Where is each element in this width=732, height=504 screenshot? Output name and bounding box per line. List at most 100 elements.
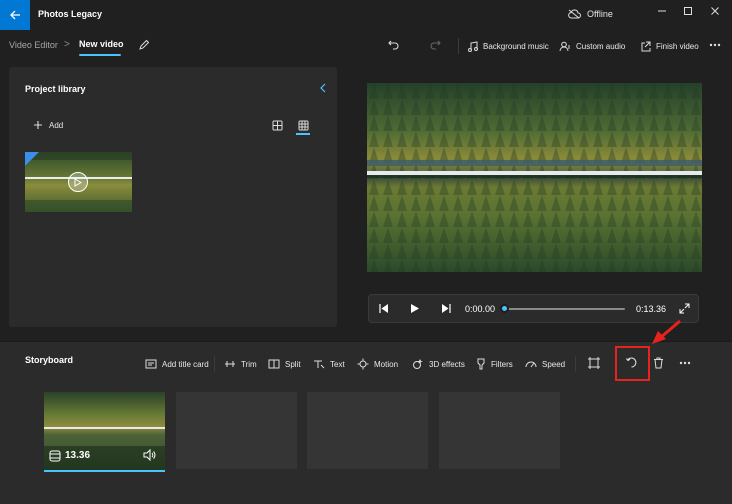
- selected-corner-marker: [25, 152, 39, 166]
- trim-label: Trim: [241, 359, 257, 369]
- split-button[interactable]: Split: [268, 357, 301, 371]
- custom-audio-icon: [559, 41, 570, 51]
- motion-label: Motion: [374, 359, 399, 369]
- back-button[interactable]: [0, 0, 30, 30]
- trim-icon: [225, 361, 235, 367]
- redo-button[interactable]: [429, 38, 442, 51]
- finish-video-label: Finish video: [656, 41, 699, 51]
- music-icon: [468, 40, 478, 52]
- volume-icon[interactable]: [143, 449, 156, 461]
- storyboard-divider: [575, 356, 576, 372]
- empty-clip-slot[interactable]: [307, 392, 428, 469]
- title-bar: [0, 0, 732, 30]
- seek-thumb[interactable]: [500, 304, 509, 313]
- add-label: Add: [49, 120, 64, 130]
- 3d-effects-button[interactable]: 3D effects: [412, 357, 465, 371]
- close-button[interactable]: [698, 0, 732, 22]
- speed-label: Speed: [542, 359, 566, 369]
- forest-preview-image: [367, 83, 702, 272]
- current-time: 0:00.00: [465, 304, 496, 314]
- play-icon: [74, 177, 82, 187]
- close-icon: [711, 7, 719, 15]
- custom-audio-label: Custom audio: [576, 41, 626, 51]
- play-icon: [411, 304, 419, 313]
- skip-forward-icon: [442, 304, 451, 313]
- title-card-icon: [145, 359, 157, 369]
- fullscreen-button[interactable]: [679, 303, 690, 314]
- empty-clip-slot[interactable]: [176, 392, 297, 469]
- trim-button[interactable]: Trim: [224, 357, 257, 371]
- grid-view-icon: [298, 120, 309, 131]
- 3d-effects-icon: [413, 359, 423, 369]
- text-label: Text: [330, 359, 345, 369]
- more-icon: [709, 43, 721, 47]
- fullscreen-icon: [679, 303, 690, 314]
- motion-icon: [357, 358, 369, 370]
- clip-duration-icon: [49, 450, 61, 462]
- motion-button[interactable]: Motion: [357, 357, 398, 371]
- rename-button[interactable]: [138, 39, 150, 51]
- filters-button[interactable]: Filters: [476, 357, 513, 371]
- add-title-card-button[interactable]: Add title card: [145, 357, 209, 371]
- video-preview[interactable]: [367, 83, 702, 272]
- 3d-effects-label: 3D effects: [429, 359, 465, 369]
- delete-icon: [654, 357, 663, 369]
- more-options-button[interactable]: [709, 43, 721, 47]
- active-tab-indicator: [79, 54, 121, 56]
- clip-duration: 13.36: [65, 450, 91, 461]
- filters-label: Filters: [491, 359, 513, 369]
- undo-button[interactable]: [387, 38, 400, 51]
- breadcrumb-separator: >: [64, 39, 70, 50]
- skip-back-icon: [379, 304, 388, 313]
- seek-bar[interactable]: [504, 308, 625, 310]
- filters-icon: [477, 358, 485, 370]
- resize-icon: [588, 357, 600, 369]
- play-button[interactable]: [410, 303, 420, 314]
- finish-video-button[interactable]: Finish video: [640, 38, 699, 54]
- split-label: Split: [285, 359, 301, 369]
- callout-arrow: [648, 318, 684, 346]
- background-music-label: Background music: [483, 41, 549, 51]
- plus-icon: [34, 121, 42, 129]
- custom-audio-button[interactable]: Custom audio: [559, 38, 625, 54]
- rotate-highlight-box: [615, 346, 650, 381]
- speed-button[interactable]: Speed: [525, 357, 565, 371]
- list-view-icon: [272, 120, 283, 131]
- storyboard-more-button[interactable]: [679, 361, 691, 365]
- speed-icon: [525, 361, 537, 368]
- breadcrumb-new-video[interactable]: New video: [79, 39, 124, 49]
- text-icon: [314, 360, 325, 369]
- split-icon: [268, 359, 280, 369]
- maximize-icon: [684, 7, 692, 15]
- export-icon: [641, 41, 651, 51]
- add-title-card-label: Add title card: [162, 359, 209, 369]
- cloud-offline-icon: [568, 9, 581, 19]
- undo-icon: [388, 40, 399, 50]
- storyboard-divider: [214, 356, 215, 372]
- collapse-library-button[interactable]: [319, 83, 327, 93]
- background-music-button[interactable]: Background music: [467, 38, 549, 54]
- delete-button[interactable]: [653, 357, 664, 369]
- more-icon: [679, 361, 691, 365]
- view-selected-indicator: [296, 133, 310, 135]
- skip-back-button[interactable]: [378, 303, 389, 314]
- breadcrumb-video-editor[interactable]: Video Editor: [9, 40, 58, 50]
- text-button[interactable]: Text: [313, 357, 345, 371]
- resize-button[interactable]: [588, 357, 600, 369]
- total-time: 0:13.36: [636, 304, 667, 314]
- back-arrow-icon: [10, 10, 20, 20]
- app-title: Photos Legacy: [38, 9, 103, 19]
- grid-view-button[interactable]: [298, 120, 309, 131]
- project-library-title: Project library: [25, 84, 86, 94]
- thumbnail-play-button[interactable]: [68, 172, 88, 192]
- clip-selected-indicator: [44, 470, 165, 472]
- empty-clip-slot[interactable]: [439, 392, 560, 469]
- minimize-icon: [658, 10, 666, 12]
- storyboard-title: Storyboard: [25, 355, 74, 365]
- skip-forward-button[interactable]: [441, 303, 452, 314]
- list-view-button[interactable]: [272, 120, 283, 131]
- add-media-button[interactable]: Add: [33, 120, 63, 130]
- chevron-left-icon: [320, 83, 326, 93]
- toolbar-divider: [458, 38, 459, 54]
- offline-status: Offline: [568, 9, 613, 19]
